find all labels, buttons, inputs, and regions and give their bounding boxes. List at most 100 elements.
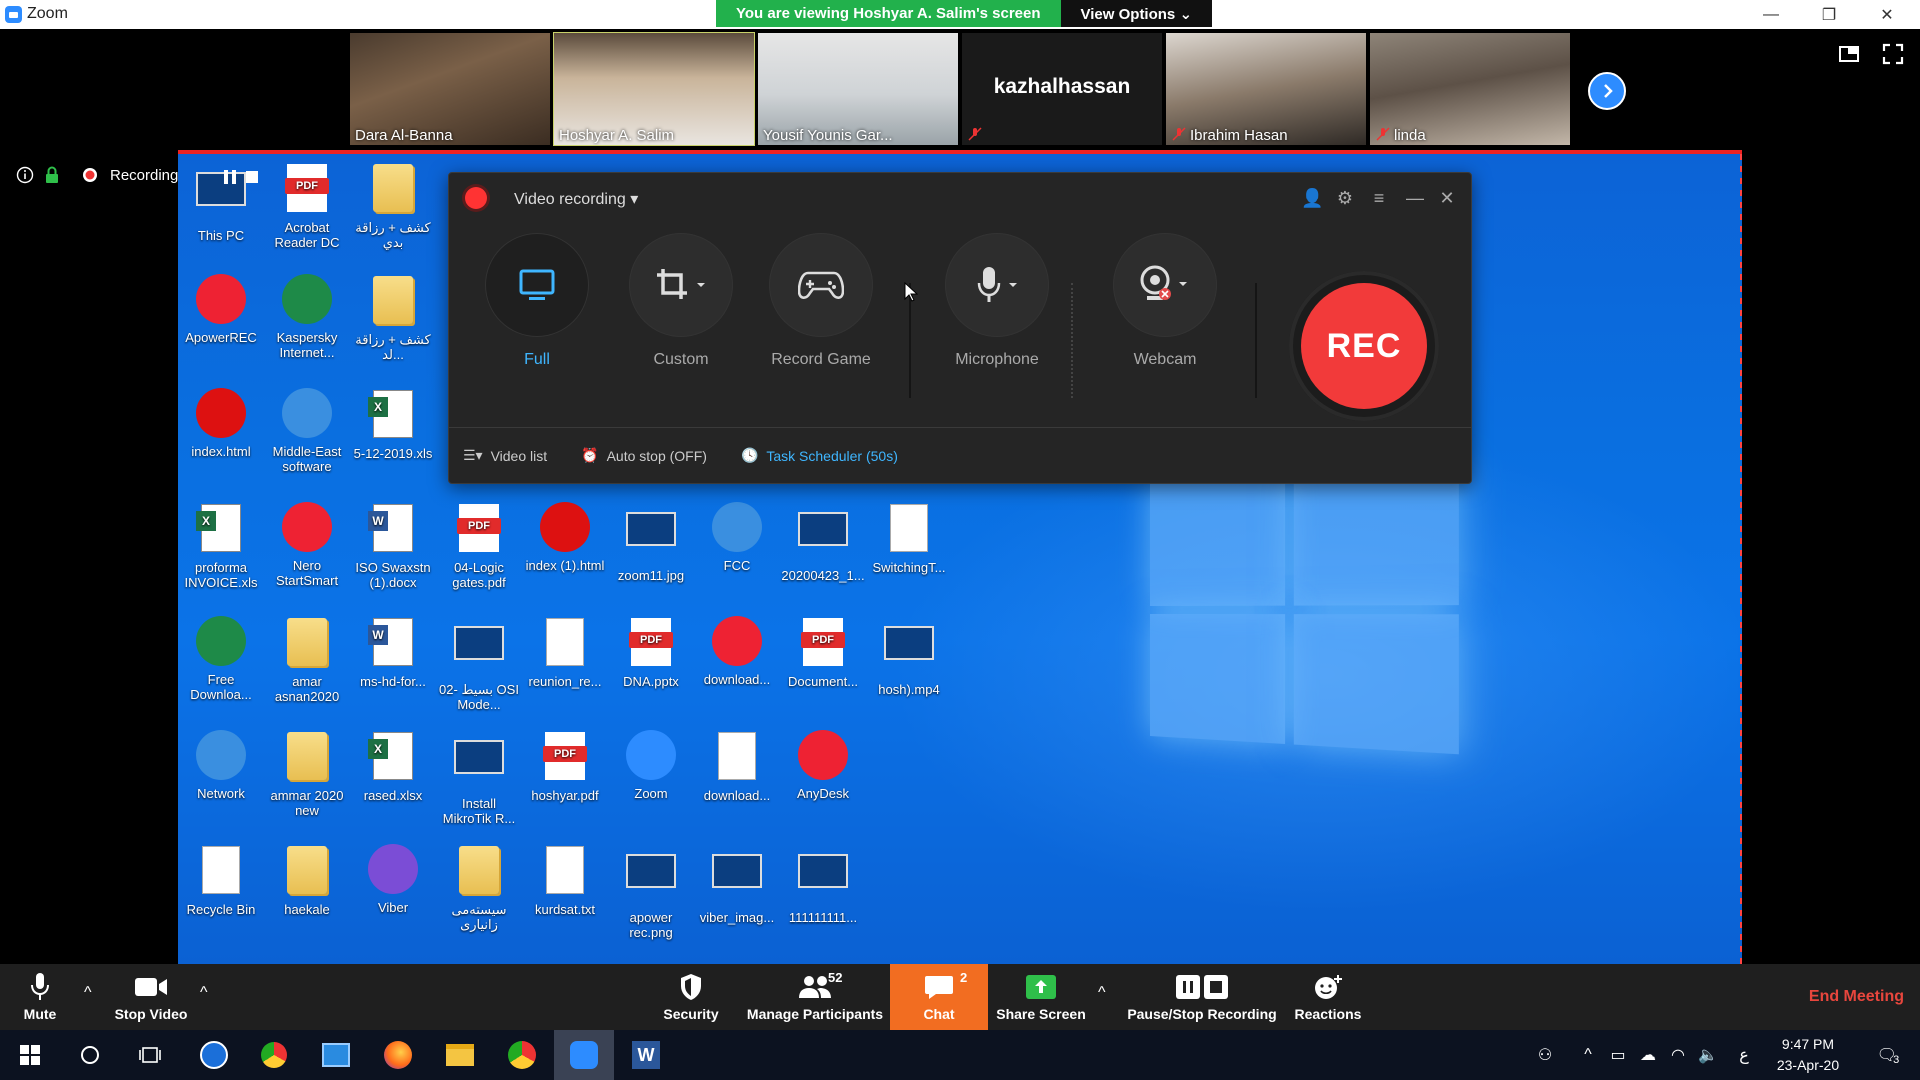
desktop-icon[interactable]: PDF DNA.pptx (608, 616, 694, 689)
desktop-icon[interactable]: hosh).mp4 (866, 616, 952, 697)
auto-stop-button[interactable]: ⏰ Auto stop (OFF) (581, 447, 707, 464)
participant-tile[interactable]: Dara Al-Banna (350, 33, 550, 145)
stop-video-button[interactable]: Stop Video (106, 964, 196, 1030)
desktop-icon[interactable]: Wms-hd-for... (350, 616, 436, 689)
pause-stop-recording-button[interactable]: Pause/Stop Recording (1126, 964, 1278, 1030)
desktop-icon[interactable]: 111111111... (780, 844, 866, 925)
desktop-icon[interactable]: kurdsat.txt (522, 844, 608, 917)
tray-overflow-icon[interactable]: ^ (1574, 1030, 1602, 1080)
recorder-mode-dropdown[interactable]: Video recording ▾ (514, 189, 638, 209)
desktop-icon[interactable]: PDF hoshyar.pdf (522, 730, 608, 803)
system-clock[interactable]: 9:47 PM 23-Apr-20 (1768, 1034, 1848, 1076)
desktop-icon[interactable]: FCC (694, 502, 780, 573)
desktop-icon[interactable]: PDF 04-Logic gates.pdf (436, 502, 522, 590)
participant-tile[interactable]: linda (1370, 33, 1570, 145)
participant-tile-active[interactable]: Hoshyar A. Salim (553, 32, 755, 146)
video-list-button[interactable]: ☰▾ Video list (463, 447, 547, 464)
desktop-icon[interactable]: W ISO Swaxstn (1).docx (350, 502, 436, 590)
desktop-icon[interactable]: haekale (264, 844, 350, 917)
battery-icon[interactable]: ▭ (1604, 1030, 1632, 1080)
close-button[interactable]: ✕ (1858, 0, 1916, 29)
view-options-button[interactable]: View Options ⌄ (1060, 0, 1213, 27)
start-button[interactable] (0, 1030, 60, 1080)
desktop-icon[interactable]: Nero StartSmart (264, 502, 350, 588)
mode-custom[interactable]: Custom (621, 233, 741, 369)
rec-button[interactable]: REC (1289, 271, 1439, 421)
desktop-icon[interactable]: Middle-East software (264, 388, 350, 474)
desktop-icon[interactable]: AnyDesk (780, 730, 866, 801)
desktop-icon[interactable]: Xproforma INVOICE.xls (178, 502, 264, 590)
desktop-icon[interactable]: Install MikroTik R... (436, 730, 522, 826)
taskbar-app-word[interactable]: W (616, 1030, 676, 1080)
end-meeting-button[interactable]: End Meeting (1809, 988, 1904, 1006)
taskbar-app-firefox[interactable] (368, 1030, 428, 1080)
settings-gear-icon[interactable]: ⚙ (1335, 188, 1355, 208)
desktop-icon[interactable]: Kaspersky Internet... (264, 274, 350, 360)
mode-webcam[interactable]: Webcam (1105, 233, 1225, 369)
wifi-icon[interactable]: ◠ (1664, 1030, 1692, 1080)
desktop-icon[interactable]: download... (694, 616, 780, 687)
menu-icon[interactable]: ≡ (1369, 188, 1389, 208)
video-options-caret-icon[interactable]: ^ (200, 984, 208, 1002)
desktop-icon[interactable]: 02- بسيط OSI Mode... (436, 616, 522, 712)
input-language[interactable]: ع (1730, 1030, 1758, 1080)
mode-record-game[interactable]: Record Game (761, 233, 881, 369)
desktop-icon[interactable]: ammar 2020 new (264, 730, 350, 818)
security-button[interactable]: Security (656, 964, 726, 1030)
share-options-caret-icon[interactable]: ^ (1098, 984, 1106, 1002)
taskbar-app-chrome[interactable] (492, 1030, 552, 1080)
info-icon[interactable] (16, 166, 34, 184)
taskbar-app-zoom[interactable] (554, 1030, 614, 1080)
desktop-icon[interactable]: index (1).html (522, 502, 608, 573)
mode-full[interactable]: Full (477, 233, 597, 369)
minimize-button[interactable]: — (1742, 0, 1800, 29)
onedrive-cloud-icon[interactable]: ☁ (1634, 1030, 1662, 1080)
participant-tile[interactable]: Ibrahim Hasan (1166, 33, 1366, 145)
pause-icon[interactable] (224, 170, 236, 184)
desktop-icon[interactable]: Xrased.xlsx (350, 730, 436, 803)
share-screen-button[interactable]: Share Screen (994, 964, 1088, 1030)
desktop-icon[interactable]: SwitchingT... (866, 502, 952, 575)
manage-participants-button[interactable]: 52 Manage Participants (744, 964, 886, 1030)
fullscreen-icon[interactable] (1882, 43, 1904, 65)
desktop-icon[interactable]: Network (178, 730, 264, 801)
account-icon[interactable]: 👤 (1301, 188, 1323, 208)
mute-button[interactable]: Mute (10, 964, 70, 1030)
desktop-icon[interactable]: X 5-12-2019.xls (350, 388, 436, 461)
minimize-icon[interactable]: — (1405, 188, 1425, 208)
gallery-layout-icon[interactable] (1838, 43, 1860, 65)
taskbar-app-task-manager[interactable] (306, 1030, 366, 1080)
mode-microphone[interactable]: Microphone (937, 233, 1057, 369)
participant-tile[interactable]: kazhalhassan (962, 33, 1162, 145)
chat-button[interactable]: 2 Chat (890, 964, 988, 1030)
lock-icon[interactable] (44, 166, 60, 184)
desktop-icon[interactable]: reunion_re... (522, 616, 608, 689)
desktop-icon[interactable]: zoom11.jpg (608, 502, 694, 583)
desktop-icon[interactable]: apower rec.png (608, 844, 694, 940)
desktop-icon[interactable]: amar asnan2020 (264, 616, 350, 704)
gallery-next-button[interactable] (1588, 72, 1626, 110)
task-view-button[interactable] (120, 1030, 180, 1080)
desktop-icon[interactable]: Recycle Bin (178, 844, 264, 917)
desktop-icon[interactable]: Viber (350, 844, 436, 915)
desktop-icon[interactable]: ApowerREC (178, 274, 264, 345)
taskbar-app-teamviewer[interactable] (184, 1030, 244, 1080)
desktop-icon[interactable]: كشف + رزاقة بدي (350, 162, 436, 250)
action-center-button[interactable]: 🗨 3 (1866, 1030, 1910, 1080)
volume-icon[interactable]: 🔈 (1694, 1030, 1722, 1080)
taskbar-app-file-explorer[interactable] (430, 1030, 490, 1080)
taskbar-app-chrome-beta[interactable] (244, 1030, 304, 1080)
desktop-icon[interactable]: كشف + رزاقة لد... (350, 274, 436, 362)
search-button[interactable] (60, 1030, 120, 1080)
stop-icon[interactable] (246, 171, 258, 183)
desktop-icon[interactable]: download... (694, 730, 780, 803)
desktop-icon[interactable]: 20200423_1... (780, 502, 866, 583)
desktop-icon[interactable]: viber_imag... (694, 844, 780, 925)
desktop-icon[interactable]: index.html (178, 388, 264, 459)
desktop-icon[interactable]: سيستەمی زانیاری (436, 844, 522, 932)
task-scheduler-button[interactable]: 🕓 Task Scheduler (50s) (741, 447, 898, 464)
restore-button[interactable]: ❐ (1800, 0, 1858, 29)
desktop-icon[interactable]: Zoom (608, 730, 694, 801)
participant-tile[interactable]: Yousif Younis Gar... (758, 33, 958, 145)
desktop-icon[interactable]: Free Downloa... (178, 616, 264, 702)
